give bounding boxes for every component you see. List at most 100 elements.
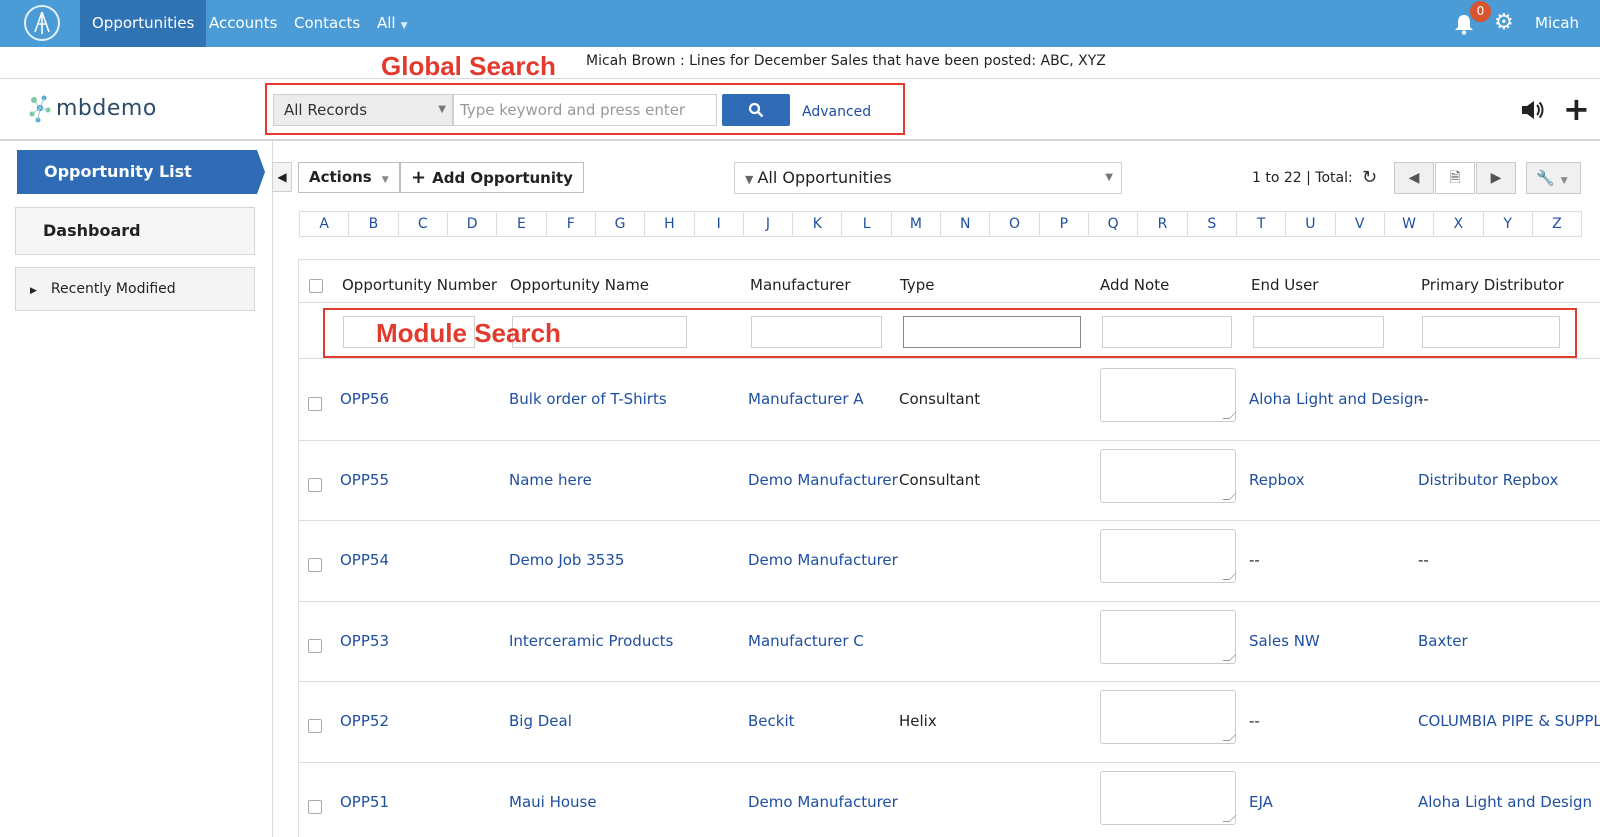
primary-distributor-cell[interactable]: Baxter xyxy=(1418,632,1468,650)
row-checkbox[interactable] xyxy=(308,719,322,733)
nav-tab-label: Opportunities xyxy=(92,14,195,32)
alphabet-letter[interactable]: L xyxy=(842,212,892,236)
alphabet-letter[interactable]: Y xyxy=(1484,212,1533,236)
select-all-checkbox[interactable] xyxy=(309,279,323,293)
add-note-textarea[interactable] xyxy=(1100,448,1236,503)
alphabet-letter[interactable]: Z xyxy=(1533,212,1583,236)
next-page-button[interactable]: ▶ xyxy=(1476,162,1516,194)
nav-tab-contacts[interactable]: Contacts xyxy=(282,0,372,47)
manufacturer-link[interactable]: Beckit xyxy=(748,712,795,730)
add-note-textarea[interactable] xyxy=(1100,529,1236,583)
add-note-textarea[interactable] xyxy=(1100,609,1236,664)
alphabet-letter[interactable]: D xyxy=(448,212,498,236)
opportunity-name-link[interactable]: Interceramic Products xyxy=(509,632,673,650)
plus-icon[interactable]: + xyxy=(1563,93,1590,125)
primary-distributor-cell[interactable]: COLUMBIA PIPE & SUPPL xyxy=(1418,712,1600,730)
alphabet-letter[interactable]: X xyxy=(1434,212,1484,236)
row-checkbox[interactable] xyxy=(308,558,322,572)
opportunity-number-link[interactable]: OPP55 xyxy=(340,471,389,489)
alphabet-letter[interactable]: H xyxy=(645,212,695,236)
nav-tab-accounts[interactable]: Accounts xyxy=(197,0,289,47)
column-header-name[interactable]: Opportunity Name xyxy=(510,276,649,294)
column-header-add-note[interactable]: Add Note xyxy=(1100,276,1169,294)
sidebar-item-recently-modified[interactable]: ▶ Recently Modified xyxy=(15,267,255,311)
sidebar-item-opportunity-list[interactable]: Opportunity List xyxy=(17,150,265,194)
refresh-icon[interactable]: ↻ xyxy=(1362,167,1377,188)
column-header-type[interactable]: Type xyxy=(900,276,934,294)
alphabet-letter[interactable]: K xyxy=(793,212,843,236)
row-checkbox[interactable] xyxy=(308,477,322,492)
opportunity-name-link[interactable]: Demo Job 3535 xyxy=(509,551,624,569)
opportunity-number-link[interactable]: OPP53 xyxy=(340,632,389,650)
alphabet-letter[interactable]: B xyxy=(349,212,399,236)
row-checkbox[interactable] xyxy=(308,638,322,653)
alphabet-letter[interactable]: R xyxy=(1138,212,1188,236)
sidebar-divider xyxy=(272,141,273,837)
manufacturer-link[interactable]: Manufacturer A xyxy=(748,390,864,408)
primary-distributor-cell[interactable]: Aloha Light and Design xyxy=(1418,793,1592,811)
alphabet-letter[interactable]: E xyxy=(497,212,547,236)
prev-page-button[interactable]: ◀ xyxy=(1394,162,1434,194)
opportunity-name-link[interactable]: Bulk order of T-Shirts xyxy=(509,390,667,408)
manufacturer-link[interactable]: Manufacturer C xyxy=(748,632,864,650)
alphabet-letter[interactable]: Q xyxy=(1089,212,1139,236)
opportunity-number-link[interactable]: OPP52 xyxy=(340,712,389,730)
speaker-icon[interactable] xyxy=(1520,99,1544,125)
alphabet-letter[interactable]: C xyxy=(399,212,448,236)
opportunity-number-link[interactable]: OPP54 xyxy=(340,551,389,569)
alphabet-letter[interactable]: S xyxy=(1188,212,1237,236)
alphabet-letter[interactable]: M xyxy=(892,212,942,236)
opportunity-number-link[interactable]: OPP56 xyxy=(340,390,389,408)
opportunity-name-link[interactable]: Name here xyxy=(509,471,592,489)
settings-wrench-button[interactable]: 🔧 ▼ xyxy=(1526,162,1581,194)
list-filter-select[interactable]: ▼ All Opportunities ▼ xyxy=(734,162,1122,194)
sidebar-item-dashboard[interactable]: Dashboard xyxy=(15,207,255,255)
alphabet-letter[interactable]: W xyxy=(1385,212,1435,236)
add-opportunity-button[interactable]: + Add Opportunity xyxy=(400,162,584,193)
alphabet-letter[interactable]: F xyxy=(547,212,596,236)
nav-tab-all[interactable]: All ▼ xyxy=(365,0,420,47)
divider xyxy=(299,601,1600,602)
alphabet-letter[interactable]: T xyxy=(1237,212,1287,236)
gear-icon[interactable]: ⚙ xyxy=(1494,12,1514,34)
end-user-cell[interactable]: EJA xyxy=(1249,793,1273,811)
type-cell: Consultant xyxy=(899,470,981,489)
opportunity-name-link[interactable]: Big Deal xyxy=(509,712,572,730)
nav-tab-opportunities[interactable]: Opportunities xyxy=(80,0,207,47)
column-header-end-user[interactable]: End User xyxy=(1251,276,1318,294)
filter-value: All Opportunities xyxy=(757,168,892,187)
user-menu[interactable]: Micah xyxy=(1535,0,1579,47)
alphabet-letter[interactable]: J xyxy=(744,212,794,236)
collapse-sidebar-button[interactable]: ◀ xyxy=(272,162,292,192)
add-note-textarea[interactable] xyxy=(1100,368,1236,422)
opportunity-name-link[interactable]: Maui House xyxy=(509,793,597,811)
brand-logo[interactable]: mbdemo xyxy=(28,94,156,128)
manufacturer-link[interactable]: Demo Manufacturer xyxy=(748,471,898,489)
alphabet-letter[interactable]: A xyxy=(300,212,350,236)
add-note-textarea[interactable] xyxy=(1100,690,1236,744)
end-user-cell[interactable]: Sales NW xyxy=(1249,632,1320,650)
alphabet-letter[interactable]: U xyxy=(1286,212,1336,236)
end-user-cell[interactable]: Aloha Light and Design xyxy=(1249,390,1423,408)
global-search-highlight xyxy=(265,83,905,135)
alphabet-letter[interactable]: N xyxy=(941,212,991,236)
primary-distributor-cell[interactable]: Distributor Repbox xyxy=(1418,471,1558,489)
alphabet-letter[interactable]: G xyxy=(596,212,646,236)
actions-button[interactable]: Actions ▼ xyxy=(298,162,400,193)
add-note-textarea[interactable] xyxy=(1100,770,1236,825)
column-header-manufacturer[interactable]: Manufacturer xyxy=(750,276,851,294)
opportunity-number-link[interactable]: OPP51 xyxy=(340,793,389,811)
alphabet-letter[interactable]: P xyxy=(1040,212,1089,236)
end-user-cell[interactable]: Repbox xyxy=(1249,471,1305,489)
manufacturer-link[interactable]: Demo Manufacturer xyxy=(748,551,898,569)
row-checkbox[interactable] xyxy=(308,397,322,411)
column-header-number[interactable]: Opportunity Number xyxy=(342,276,497,294)
alphabet-letter[interactable]: V xyxy=(1336,212,1385,236)
app-logo-icon[interactable] xyxy=(24,5,60,41)
column-header-primary-distributor[interactable]: Primary Distributor xyxy=(1421,276,1564,294)
manufacturer-link[interactable]: Demo Manufacturer xyxy=(748,793,898,811)
alphabet-letter[interactable]: I xyxy=(695,212,744,236)
page-jump-button[interactable]: 🗎 xyxy=(1435,162,1475,194)
alphabet-letter[interactable]: O xyxy=(990,212,1040,236)
row-checkbox[interactable] xyxy=(308,799,322,814)
